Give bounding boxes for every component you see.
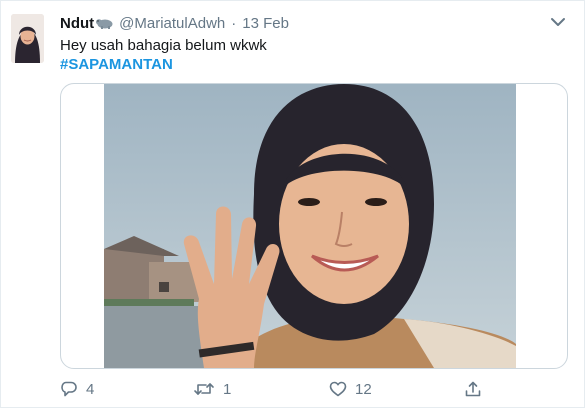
display-name[interactable]: Ndut [60,15,94,32]
like-count: 12 [355,380,372,398]
avatar[interactable] [11,14,44,63]
tweet-header: Ndut @MariatulAdwh · 13 Feb [60,13,289,33]
action-bar: 4 1 12 [60,378,490,400]
retweet-icon [194,383,214,395]
reply-icon [61,381,77,397]
retweet-count: 1 [223,380,232,398]
tweet-date[interactable]: 13 Feb [242,15,289,32]
selfie-photo [104,84,516,368]
avatar-photo [11,14,44,63]
heart-icon [329,381,347,397]
hashtag-link[interactable]: #SAPAMANTAN [60,55,173,75]
tweet-text: Hey usah bahagia belum wkwk [60,37,267,54]
user-handle[interactable]: @MariatulAdwh [119,15,225,32]
tweet-card: Ndut @MariatulAdwh · 13 Feb Hey usah bah… [0,0,585,408]
header-separator: · [231,14,237,32]
hippo-icon [96,19,113,29]
like-button[interactable]: 12 [329,378,372,400]
retweet-button[interactable]: 1 [193,378,231,400]
media-attachment[interactable] [60,83,568,369]
reply-count: 4 [86,380,95,398]
share-icon [465,381,481,397]
reply-button[interactable]: 4 [60,378,94,400]
share-button[interactable] [464,378,482,400]
chevron-down-icon[interactable] [550,15,566,27]
